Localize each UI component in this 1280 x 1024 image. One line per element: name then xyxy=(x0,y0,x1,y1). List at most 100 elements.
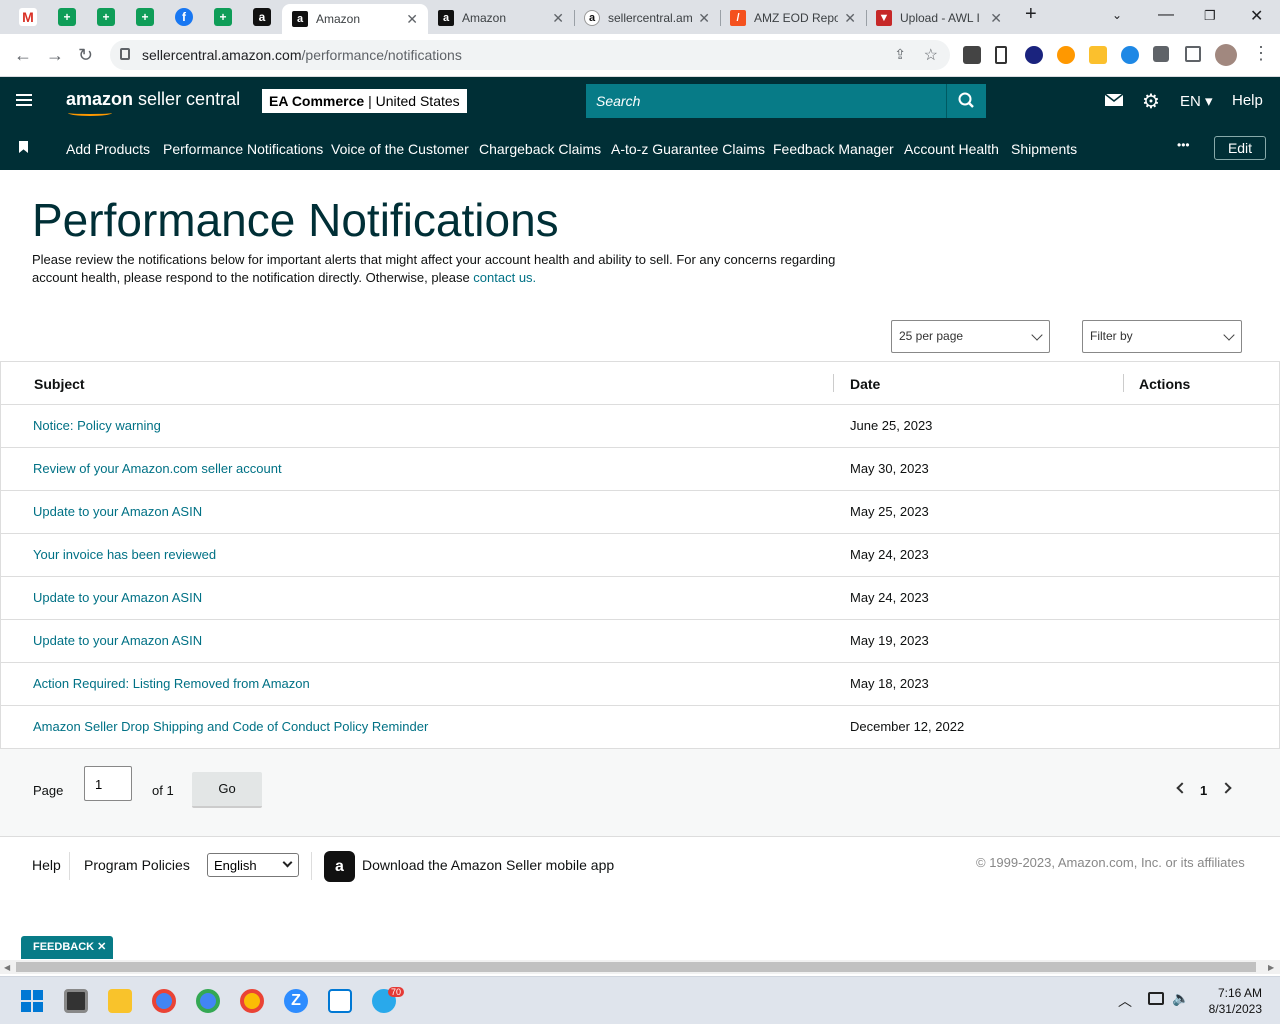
notification-subject-link[interactable]: Notice: Policy warning xyxy=(33,418,161,433)
nav-account-health[interactable]: Account Health xyxy=(904,141,999,157)
chrome-icon[interactable] xyxy=(152,989,176,1013)
notification-subject-link[interactable]: Your invoice has been reviewed xyxy=(33,547,216,562)
facebook-tab[interactable]: f xyxy=(167,5,201,29)
footer-help-link[interactable]: Help xyxy=(32,857,61,873)
notification-subject-link[interactable]: Review of your Amazon.com seller account xyxy=(33,461,282,476)
search-button[interactable] xyxy=(946,84,986,118)
per-page-select[interactable]: 25 per page xyxy=(891,320,1050,353)
help-link[interactable]: Help xyxy=(1232,92,1263,109)
subject-column-header[interactable]: Subject xyxy=(34,376,85,392)
extension-off-icon[interactable] xyxy=(963,46,981,64)
scrollbar-thumb[interactable] xyxy=(16,962,1256,972)
nav-atoz-claims[interactable]: A-to-z Guarantee Claims xyxy=(611,141,765,157)
filter-select[interactable]: Filter by xyxy=(1082,320,1242,353)
settings-gear-icon[interactable]: ⚙ xyxy=(1142,89,1160,114)
close-tab-icon[interactable]: ✕ xyxy=(406,11,418,28)
extension-grid-icon[interactable] xyxy=(1025,46,1043,64)
notification-subject-link[interactable]: Update to your Amazon ASIN xyxy=(33,504,202,519)
notification-subject-link[interactable]: Action Required: Listing Removed from Am… xyxy=(33,676,310,691)
current-page[interactable]: 1 xyxy=(1200,783,1207,798)
extension-target-icon[interactable] xyxy=(1121,46,1139,64)
sheets-tab-1[interactable]: + xyxy=(50,5,84,29)
gmail-tab[interactable]: M xyxy=(11,5,45,29)
extension-arrow-icon[interactable] xyxy=(995,46,1007,64)
tab-sellercentral[interactable]: a sellercentral.am ✕ xyxy=(574,4,720,32)
date-column-header[interactable]: Date xyxy=(850,376,880,392)
go-button[interactable]: Go xyxy=(192,772,262,808)
hamburger-menu-icon[interactable] xyxy=(16,94,32,106)
minimize-button[interactable]: — xyxy=(1158,6,1174,24)
snipping-tool-icon[interactable] xyxy=(328,989,352,1013)
account-switcher[interactable]: EA Commerce | United States xyxy=(262,89,467,113)
close-tab-icon[interactable]: ✕ xyxy=(552,10,564,27)
tab-amazon-2[interactable]: a Amazon ✕ xyxy=(428,4,574,32)
reload-button[interactable]: ↻ xyxy=(78,45,93,66)
amazon-app-icon[interactable]: a xyxy=(324,851,355,882)
chrome-icon[interactable] xyxy=(240,989,264,1013)
nav-feedback-manager[interactable]: Feedback Manager xyxy=(773,141,894,157)
profile-avatar[interactable] xyxy=(1215,44,1237,66)
close-tab-icon[interactable]: ✕ xyxy=(698,10,710,27)
tab-amazon-active[interactable]: a Amazon ✕ xyxy=(282,4,428,34)
tray-chevron-icon[interactable]: ︿ xyxy=(1118,991,1132,1011)
volume-icon[interactable]: 🔈 xyxy=(1172,990,1189,1007)
sheets-tab-3[interactable]: + xyxy=(128,5,162,29)
notification-subject-link[interactable]: Amazon Seller Drop Shipping and Code of … xyxy=(33,719,428,734)
restore-button[interactable]: ❐ xyxy=(1204,8,1216,24)
nav-shipments[interactable]: Shipments xyxy=(1011,141,1077,157)
windows-start-icon[interactable] xyxy=(20,989,44,1013)
chevron-right-icon[interactable] xyxy=(1220,782,1232,794)
close-tab-icon[interactable]: ✕ xyxy=(990,10,1002,27)
close-tab-icon[interactable]: ✕ xyxy=(844,10,856,27)
clock-time[interactable]: 7:16 AM xyxy=(1196,986,1262,1000)
mail-icon[interactable] xyxy=(1104,92,1124,112)
forward-button[interactable]: → xyxy=(46,45,64,66)
program-policies-link[interactable]: Program Policies xyxy=(84,857,190,873)
contact-us-link[interactable]: contact us. xyxy=(473,270,536,285)
horizontal-scrollbar[interactable]: ◀ ▶ xyxy=(0,960,1280,974)
nav-chargeback-claims[interactable]: Chargeback Claims xyxy=(479,141,601,157)
language-selector[interactable]: EN ▾ xyxy=(1180,92,1213,110)
chrome-icon[interactable] xyxy=(196,989,220,1013)
bookmark-icon[interactable] xyxy=(19,141,28,153)
back-button[interactable]: ← xyxy=(14,45,32,66)
more-options-icon[interactable]: ••• xyxy=(1177,138,1190,152)
close-window-button[interactable]: ✕ xyxy=(1250,6,1263,26)
task-view-icon[interactable] xyxy=(64,989,88,1013)
feedback-button[interactable]: FEEDBACK ✕ xyxy=(21,936,113,959)
footer-language-select[interactable]: English xyxy=(207,853,299,877)
scroll-left-icon[interactable]: ◀ xyxy=(4,963,10,972)
amazon-pinned-tab[interactable]: a xyxy=(245,5,279,29)
edit-nav-button[interactable]: Edit xyxy=(1214,136,1266,160)
download-app-link[interactable]: Download the Amazon Seller mobile app xyxy=(362,857,614,873)
side-panel-icon[interactable] xyxy=(1185,46,1201,62)
nav-add-products[interactable]: Add Products xyxy=(66,141,150,157)
notification-subject-link[interactable]: Update to your Amazon ASIN xyxy=(33,590,202,605)
clock-date[interactable]: 8/31/2023 xyxy=(1196,1002,1262,1016)
seller-central-logo[interactable]: amazon seller central xyxy=(66,89,240,116)
extension-fox-icon[interactable] xyxy=(1057,46,1075,64)
puzzle-icon[interactable] xyxy=(1153,46,1169,62)
notification-subject-link[interactable]: Update to your Amazon ASIN xyxy=(33,633,202,648)
zoom-icon[interactable]: Z xyxy=(284,989,308,1013)
omnibox[interactable]: sellercentral.amazon.com/performance/not… xyxy=(110,40,950,70)
scroll-right-icon[interactable]: ▶ xyxy=(1268,963,1274,972)
extension-ascout-icon[interactable] xyxy=(1089,46,1107,64)
tab-search-icon[interactable]: ⌄ xyxy=(1112,8,1122,22)
sheets-tab-4[interactable]: + xyxy=(206,5,240,29)
network-icon[interactable] xyxy=(1148,992,1164,1005)
share-icon[interactable]: ⇪ xyxy=(894,46,906,63)
new-tab-button[interactable]: + xyxy=(1025,3,1037,26)
sheets-tab-2[interactable]: + xyxy=(89,5,123,29)
nav-voice-of-customer[interactable]: Voice of the Customer xyxy=(331,141,469,157)
page-number-input[interactable]: 1 xyxy=(84,766,132,801)
bookmark-star-icon[interactable]: ☆ xyxy=(924,45,938,65)
chrome-menu-icon[interactable]: ⋮ xyxy=(1252,43,1270,64)
file-explorer-icon[interactable] xyxy=(108,989,132,1013)
tab-upload-awl[interactable]: ▼ Upload - AWL I ✕ xyxy=(866,4,1012,32)
chevron-left-icon[interactable] xyxy=(1176,782,1188,794)
nav-performance-notifications[interactable]: Performance Notifications xyxy=(163,141,323,157)
tab-amz-eod-report[interactable]: / AMZ EOD Repo ✕ xyxy=(720,4,866,32)
table-row: Review of your Amazon.com seller account… xyxy=(1,448,1279,491)
search-input[interactable]: Search xyxy=(586,84,946,118)
